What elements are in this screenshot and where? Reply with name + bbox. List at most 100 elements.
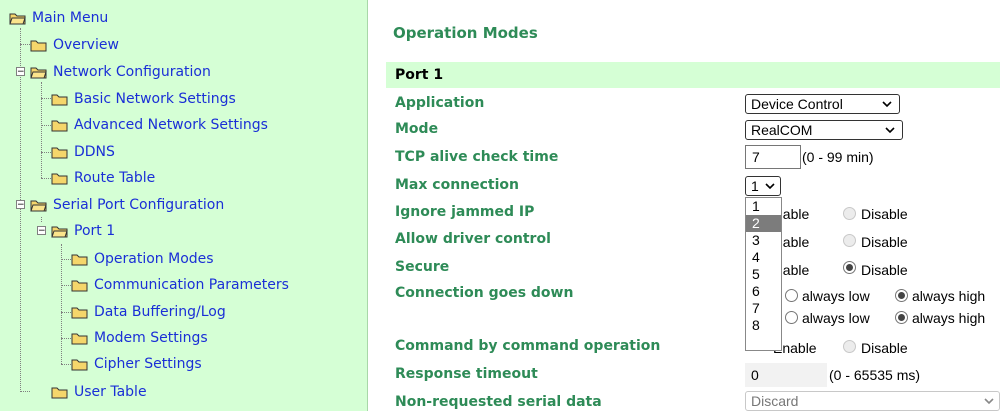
tree-item-overview[interactable]: Overview [30, 33, 119, 57]
secure-label: Secure [395, 259, 450, 275]
dtr-always-low-radio[interactable] [785, 311, 798, 324]
chevron-down-icon [882, 101, 892, 108]
mode-label: Mode [395, 121, 439, 137]
rts-always-high-radio[interactable] [895, 289, 908, 302]
navigation-tree: − − − Main Menu Overview Network Configu… [0, 0, 368, 411]
folder-icon [71, 307, 88, 318]
tree-label: DDNS [74, 144, 115, 160]
tree-connector [20, 28, 21, 392]
open-folder-icon [51, 226, 68, 237]
collapse-serial-toggle[interactable]: − [16, 200, 25, 210]
tree-item-basic-network-settings[interactable]: Basic Network Settings [51, 87, 236, 111]
tree-connector [41, 98, 51, 99]
response-timeout-hint: (0 - 65535 ms) [829, 367, 921, 383]
tree-label: Port 1 [74, 223, 116, 239]
response-timeout-input[interactable]: 0 [745, 363, 827, 387]
response-timeout-label: Response timeout [395, 366, 538, 382]
dtr-always-high-label: always high [912, 310, 986, 326]
tree-label: Serial Port Configuration [53, 197, 225, 213]
tree-connector [20, 391, 30, 392]
mode-value: RealCOM [751, 122, 813, 138]
folder-icon [51, 120, 68, 131]
dropdown-option[interactable]: 4 [746, 249, 781, 266]
tree-item-cipher-settings[interactable]: Cipher Settings [71, 352, 202, 376]
tree-connector [61, 338, 71, 339]
tree-item-network-configuration[interactable]: Network Configuration [30, 60, 211, 84]
folder-icon [71, 333, 88, 344]
tree-item-operation-modes[interactable]: Operation Modes [71, 247, 214, 271]
allow-driver-disable-radio[interactable] [843, 234, 856, 247]
open-folder-icon [9, 13, 26, 24]
dropdown-option[interactable]: 8 [746, 317, 781, 334]
dtr-always-low-label: always low [802, 310, 870, 326]
tree-connector [41, 217, 42, 222]
folder-icon [30, 40, 47, 51]
tcp-alive-label: TCP alive check time [395, 149, 559, 165]
command-by-command-label: Command by command operation [395, 338, 661, 354]
tree-connector [61, 244, 62, 364]
non-requested-serial-select[interactable]: Discard [745, 391, 1000, 411]
dropdown-option[interactable]: 6 [746, 283, 781, 300]
max-connection-select[interactable]: 1 [745, 176, 781, 196]
secure-disable-label: Disable [861, 262, 908, 278]
tree-connector [41, 125, 51, 126]
collapse-port1-toggle[interactable]: − [37, 226, 46, 236]
cmd-disable-radio[interactable] [843, 340, 856, 353]
dtr-always-high-radio[interactable] [895, 311, 908, 324]
rts-always-low-radio[interactable] [785, 289, 798, 302]
tree-item-ddns[interactable]: DDNS [51, 140, 115, 164]
tree-label: Overview [53, 37, 119, 53]
application-label: Application [395, 95, 485, 111]
non-requested-serial-label: Non-requested serial data [395, 394, 602, 410]
tree-item-user-table[interactable]: User Table [51, 380, 147, 404]
tree-item-route-table[interactable]: Route Table [51, 166, 155, 190]
dropdown-option[interactable]: 7 [746, 300, 781, 317]
max-connection-dropdown-list[interactable]: 12345678 [745, 197, 782, 351]
tcp-alive-input[interactable]: 7 [745, 145, 801, 169]
mode-select[interactable]: RealCOM [745, 120, 903, 140]
tree-item-main-menu[interactable]: Main Menu [9, 6, 108, 30]
tree-connector [61, 285, 71, 286]
collapse-network-toggle[interactable]: − [16, 67, 25, 77]
tree-item-port1[interactable]: Port 1 [51, 219, 115, 243]
application-select[interactable]: Device Control [745, 94, 900, 114]
page-title: Operation Modes [393, 24, 538, 42]
secure-disable-radio[interactable] [843, 261, 856, 274]
folder-icon [51, 147, 68, 158]
tree-connector [20, 44, 30, 45]
ignore-jammed-disable-radio[interactable] [843, 207, 856, 220]
dropdown-option[interactable]: 2 [746, 215, 781, 232]
max-connection-value: 1 [751, 178, 759, 194]
tree-connector [41, 152, 51, 153]
folder-icon [71, 254, 88, 265]
tree-item-data-buffering-log[interactable]: Data Buffering/Log [71, 300, 226, 324]
tree-label: Basic Network Settings [74, 91, 236, 107]
tree-label: Operation Modes [94, 251, 214, 267]
chevron-down-icon [984, 398, 994, 405]
non-requested-serial-value: Discard [751, 393, 799, 409]
tree-connector [41, 82, 42, 178]
chevron-down-icon [885, 127, 895, 134]
tree-item-advanced-network-settings[interactable]: Advanced Network Settings [51, 113, 268, 137]
max-connection-label: Max connection [395, 177, 520, 193]
tree-connector [61, 259, 71, 260]
dropdown-option[interactable]: 3 [746, 232, 781, 249]
dropdown-option[interactable]: 5 [746, 266, 781, 283]
tcp-alive-value: 7 [752, 149, 760, 165]
tree-item-modem-settings[interactable]: Modem Settings [71, 326, 208, 350]
ignore-jammed-ip-label: Ignore jammed IP [395, 204, 535, 220]
tree-connector [41, 178, 51, 179]
dropdown-option[interactable]: 1 [746, 198, 781, 215]
open-folder-icon [30, 67, 47, 78]
allow-driver-control-label: Allow driver control [395, 231, 551, 247]
tree-label: Main Menu [32, 10, 109, 26]
tree-label: Network Configuration [53, 64, 211, 80]
port-section-header: Port 1 [386, 62, 1000, 88]
folder-icon [51, 94, 68, 105]
tree-item-communication-parameters[interactable]: Communication Parameters [71, 273, 289, 297]
rts-always-low-label: always low [802, 288, 870, 304]
tree-label: Cipher Settings [94, 356, 202, 372]
response-timeout-value: 0 [751, 367, 759, 383]
tree-label: Route Table [74, 170, 156, 186]
tree-item-serial-port-configuration[interactable]: Serial Port Configuration [30, 193, 224, 217]
